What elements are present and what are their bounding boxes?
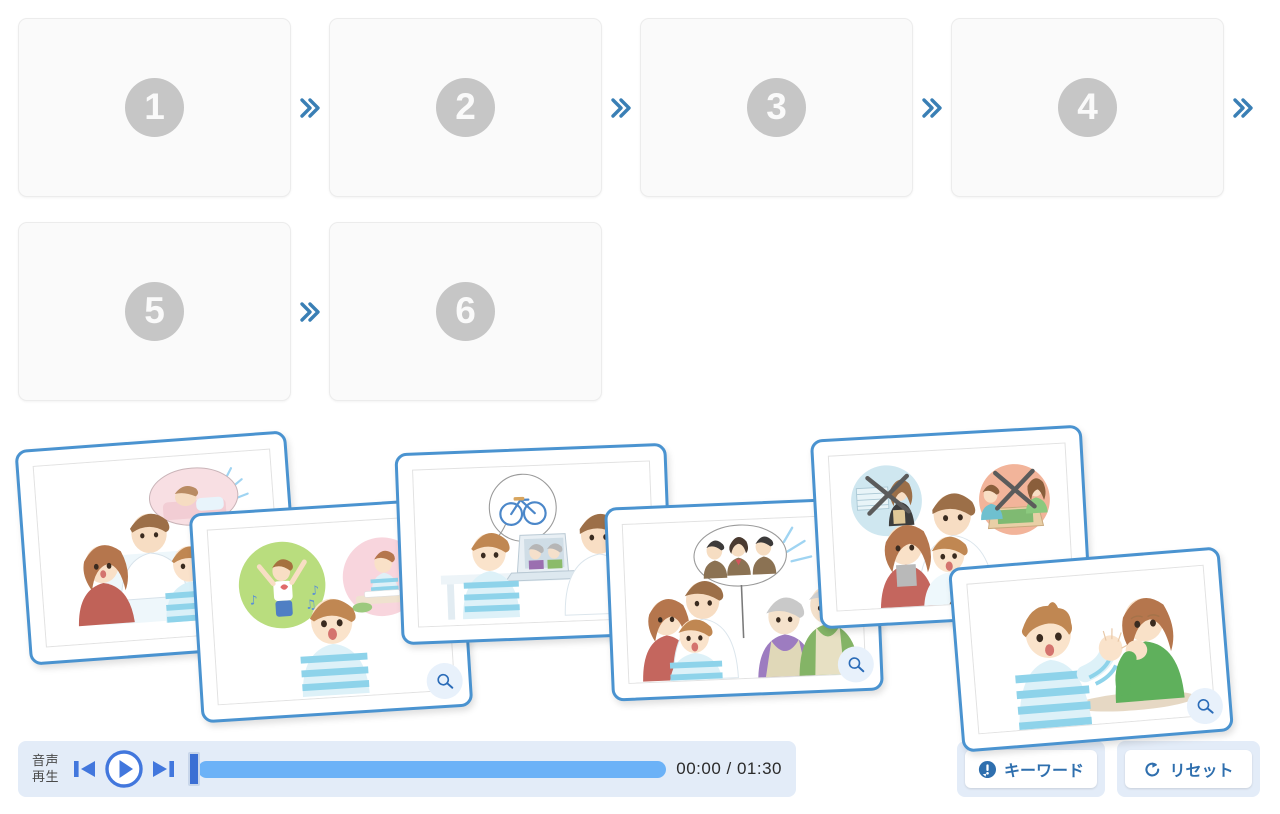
card-deck: ♪ ♪ ♫ — [0, 420, 1280, 753]
sequence-slot-2[interactable]: 2 — [329, 18, 602, 197]
keyword-button[interactable]: キーワード — [965, 750, 1097, 788]
double-chevron-right-icon — [291, 95, 329, 121]
audio-label-line1: 音声 — [32, 752, 60, 768]
play-circle-icon[interactable] — [102, 747, 146, 791]
skip-next-icon[interactable] — [148, 754, 178, 784]
reset-button-container: リセット — [1117, 741, 1260, 797]
exclamation-bubble-icon — [978, 760, 997, 779]
audio-player-bar: 音声 再生 00:00 / 01:30 — [18, 741, 796, 797]
slot-number-4: 4 — [1058, 78, 1117, 137]
reset-button[interactable]: リセット — [1125, 750, 1252, 788]
progress-handle[interactable] — [188, 752, 200, 786]
refresh-icon — [1143, 760, 1162, 779]
progress-track[interactable] — [198, 760, 667, 778]
slot-number-2: 2 — [436, 78, 495, 137]
sequence-row-1: 1 2 3 4 — [18, 18, 1262, 197]
sequence-slot-5[interactable]: 5 — [18, 222, 291, 401]
audio-time-display: 00:00 / 01:30 — [676, 759, 782, 778]
keyword-button-label: キーワード — [1003, 763, 1084, 780]
audio-label-line2: 再生 — [32, 769, 60, 784]
card-zoom-icon[interactable] — [425, 661, 464, 701]
sequence-row-2: 5 6 — [18, 222, 602, 401]
slot-number-6: 6 — [436, 282, 495, 341]
double-chevron-right-icon — [913, 95, 951, 121]
reset-button-label: リセット — [1169, 763, 1234, 780]
app-root: 1 2 3 4 5 6 ♪ ♪ ♫ 音声 再生 00:00 / 01:30 キー… — [0, 0, 1280, 814]
slot-number-3: 3 — [747, 78, 806, 137]
slot-number-1: 1 — [125, 78, 184, 137]
svg-text:♪: ♪ — [249, 593, 258, 608]
card-zoom-icon[interactable] — [1185, 686, 1225, 726]
audio-progress-slider[interactable] — [188, 752, 667, 786]
card-illustration — [967, 565, 1216, 735]
double-chevron-right-icon — [1224, 95, 1262, 121]
story-card-6[interactable] — [948, 546, 1234, 753]
sequence-slot-3[interactable]: 3 — [640, 18, 913, 197]
sequence-slot-4[interactable]: 4 — [951, 18, 1224, 197]
audio-player-label: 音声 再生 — [32, 753, 62, 786]
skip-previous-icon[interactable] — [70, 754, 100, 784]
sequence-slot-1[interactable]: 1 — [18, 18, 291, 197]
slot-number-5: 5 — [125, 282, 184, 341]
card-zoom-icon[interactable] — [837, 645, 875, 684]
sequence-slot-6[interactable]: 6 — [329, 222, 602, 401]
double-chevron-right-icon — [291, 299, 329, 325]
card-image-frame — [966, 564, 1216, 735]
double-chevron-right-icon — [602, 95, 640, 121]
